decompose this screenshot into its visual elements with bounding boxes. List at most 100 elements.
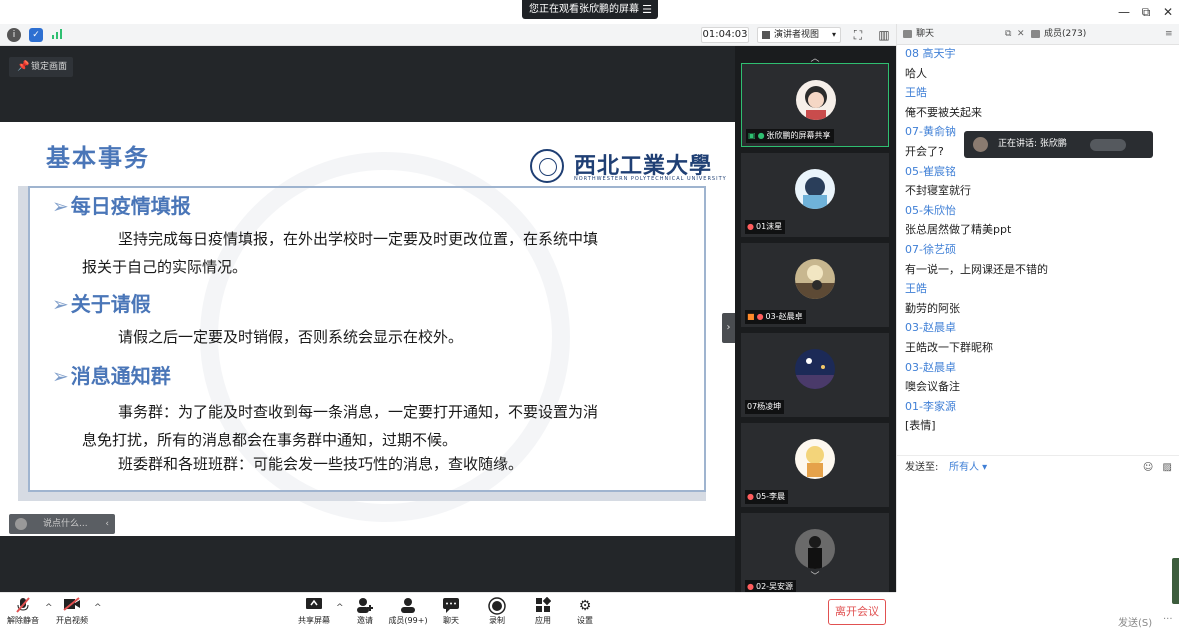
university-name-en: NORTHWESTERN POLYTECHNICAL UNIVERSITY: [574, 176, 727, 182]
chat-message-text: 勤劳的阿张: [905, 301, 960, 315]
menu-icon[interactable]: ☰: [642, 0, 652, 19]
share-screen-button[interactable]: 共享屏幕: [294, 597, 334, 629]
mic-muted-icon: ●: [747, 222, 754, 231]
comment-placeholder: 说点什么...: [43, 519, 88, 529]
chat-sender-name: 05-朱欣怡: [905, 203, 956, 217]
send-to-target: 所有人: [949, 462, 979, 473]
avatar: [795, 169, 835, 209]
chat-sender-name: 07-黄俞钠: [905, 125, 956, 139]
meeting-toolbar: 解除静音 ^ 开启视频 ^ 共享屏幕 ^ 邀请 成员(99+) 聊天 录制 应用…: [0, 592, 896, 631]
share-notice: 您正在观看张欣鹏的屏幕 ☰: [522, 0, 658, 19]
invite-button[interactable]: 邀请: [345, 597, 385, 629]
chat-message-text: 哈人: [905, 66, 927, 80]
participant-name: 05-李晨: [755, 492, 786, 501]
scroll-down-icon[interactable]: ﹀: [807, 572, 823, 582]
chat-sender-name: 05-崔宸铭: [905, 164, 956, 178]
shield-icon[interactable]: ✓: [29, 28, 43, 42]
send-button[interactable]: 发送(S): [1118, 614, 1152, 629]
chat-tools: ☺ ▨: [1143, 456, 1172, 480]
image-icon[interactable]: ▨: [1163, 462, 1172, 473]
restore-button[interactable]: ⧉: [1135, 2, 1157, 22]
chat-sender-name: 08 高天宇: [905, 47, 956, 60]
arrow-icon: ➢: [52, 194, 69, 218]
minimize-button[interactable]: —: [1113, 2, 1135, 22]
close-button[interactable]: ✕: [1157, 2, 1179, 22]
chat-sender-name: 王皓: [905, 86, 927, 100]
chat-message-list: 08 高天宇 哈人 王皓 俺不要被关起来 07-黄俞钠 开会了? 05-崔宸铭 不封寝室就行 0…: [897, 45, 1179, 455]
section-heading: ➢ 消息通知群: [52, 360, 171, 389]
send-options-icon[interactable]: ···: [1163, 614, 1173, 625]
section-heading: ➢ 关于请假: [52, 288, 151, 317]
screen-share-icon: ▣: [748, 131, 756, 140]
collapse-video-panel-handle[interactable]: ›: [722, 313, 735, 343]
user-icon: ■: [747, 312, 755, 321]
presentation-slide: 基本事务 西北工業大學 NORTHWESTERN POLYTECHNICAL U…: [0, 122, 735, 536]
video-tile[interactable]: ▣ ● 张欣鹏的屏幕共享: [741, 63, 889, 147]
chat-message-text: 不封寝室就行: [905, 184, 971, 198]
layout-icon[interactable]: ▥: [876, 27, 892, 43]
video-tile[interactable]: ■ ● 03-赵晨卓: [741, 243, 889, 327]
info-icon[interactable]: i: [7, 28, 21, 42]
video-tile[interactable]: ● 02-吴安源: [741, 513, 889, 597]
apps-icon: [523, 596, 563, 615]
chevron-up-icon[interactable]: ^: [94, 603, 102, 613]
tab-chat[interactable]: 聊天: [903, 24, 934, 45]
emoji-icon[interactable]: ☺: [1143, 462, 1153, 473]
chat-sender-name: 03-赵晨卓: [905, 321, 956, 335]
popout-icon[interactable]: ⧉: [1005, 24, 1011, 45]
chevron-down-icon: ▾: [831, 30, 836, 39]
unmute-button[interactable]: 解除静音: [3, 597, 43, 629]
participant-name: 02-吴安源: [755, 582, 794, 591]
video-tile-label: ■ ● 03-赵晨卓: [745, 310, 806, 324]
fullscreen-icon[interactable]: ⛶: [850, 27, 866, 43]
meeting-window: 您正在观看张欣鹏的屏幕 ☰ — ⧉ ✕ i ✓ 01:04:03 演讲者视图 ▾…: [0, 0, 1179, 631]
view-mode-label: 演讲者视图: [774, 30, 820, 40]
lock-view-label: 锁定画面: [31, 62, 68, 72]
chat-label: 聊天: [443, 616, 459, 625]
university-logo: 西北工業大學 NORTHWESTERN POLYTECHNICAL UNIVER…: [530, 146, 726, 186]
chat-button[interactable]: 聊天: [431, 597, 471, 629]
video-tile[interactable]: ● 01沫星: [741, 153, 889, 237]
invite-label: 邀请: [357, 616, 373, 625]
paragraph-line: 事务群：为了能及时查收到每一条消息，一定要打开通知，不要设置为消: [118, 403, 599, 421]
members-button[interactable]: 成员(99+): [388, 597, 428, 629]
record-label: 录制: [489, 616, 505, 625]
tab-members[interactable]: 成员(273): [1031, 24, 1086, 45]
video-gallery: ︿ ▣ ● 张欣鹏的屏幕共享 ● 01沫星 ■ ● 03-赵晨卓 07杨凌坤 ●…: [735, 46, 896, 597]
view-mode-select[interactable]: 演讲者视图 ▾: [757, 27, 841, 43]
mic-muted-icon: [3, 597, 43, 615]
close-chat-icon[interactable]: ✕: [1017, 24, 1025, 45]
video-tile-label: ● 05-李晨: [745, 490, 789, 504]
comment-input[interactable]: 说点什么... ‹: [9, 514, 115, 534]
apps-label: 应用: [535, 616, 551, 625]
chat-message-text: 噢会议备注: [905, 380, 960, 394]
chevron-up-icon[interactable]: ^: [336, 603, 344, 613]
paragraph-line: 息免打扰，所有的消息都会在事务群中通知，过期不候。: [82, 431, 458, 449]
settings-button[interactable]: ⚙ 设置: [565, 597, 605, 629]
video-tile[interactable]: 07杨凌坤: [741, 333, 889, 417]
record-button[interactable]: 录制: [477, 597, 517, 629]
emoji-icon[interactable]: [15, 518, 27, 530]
chat-panel: 聊天 ⧉ ✕ 成员(273) ≡ 08 高天宇 哈人 王皓 俺不要被关起来 07-黄俞钠…: [896, 24, 1179, 592]
avatar: [795, 259, 835, 299]
leave-meeting-button[interactable]: 离开会议: [828, 599, 886, 625]
avatar: [796, 80, 836, 120]
chat-icon: [903, 29, 912, 38]
apps-button[interactable]: 应用: [523, 596, 563, 629]
record-icon: [477, 597, 517, 615]
start-video-button[interactable]: 开启视频: [52, 597, 92, 629]
university-seal-icon: [530, 149, 564, 183]
signal-icon[interactable]: [50, 28, 64, 42]
send-to-select[interactable]: 所有人 ▾: [949, 456, 987, 480]
video-tile[interactable]: ● 05-李晨: [741, 423, 889, 507]
video-tile-label: ● 01沫星: [745, 220, 786, 234]
tab-chat-label: 聊天: [916, 29, 935, 39]
paragraph-line: 报关于自己的实际情况。: [82, 258, 248, 276]
paragraph-line: 坚持完成每日疫情填报，在外出学校时一定要及时更改位置，在系统中填: [118, 230, 599, 248]
share-notice-text: 您正在观看张欣鹏的屏幕: [529, 4, 639, 15]
avatar: [973, 137, 988, 152]
chat-input[interactable]: [897, 479, 1179, 579]
panel-menu-icon[interactable]: ≡: [1165, 24, 1173, 45]
collapse-comment-icon[interactable]: ‹: [105, 514, 109, 534]
lock-view-button[interactable]: 📌 锁定画面: [9, 57, 73, 77]
